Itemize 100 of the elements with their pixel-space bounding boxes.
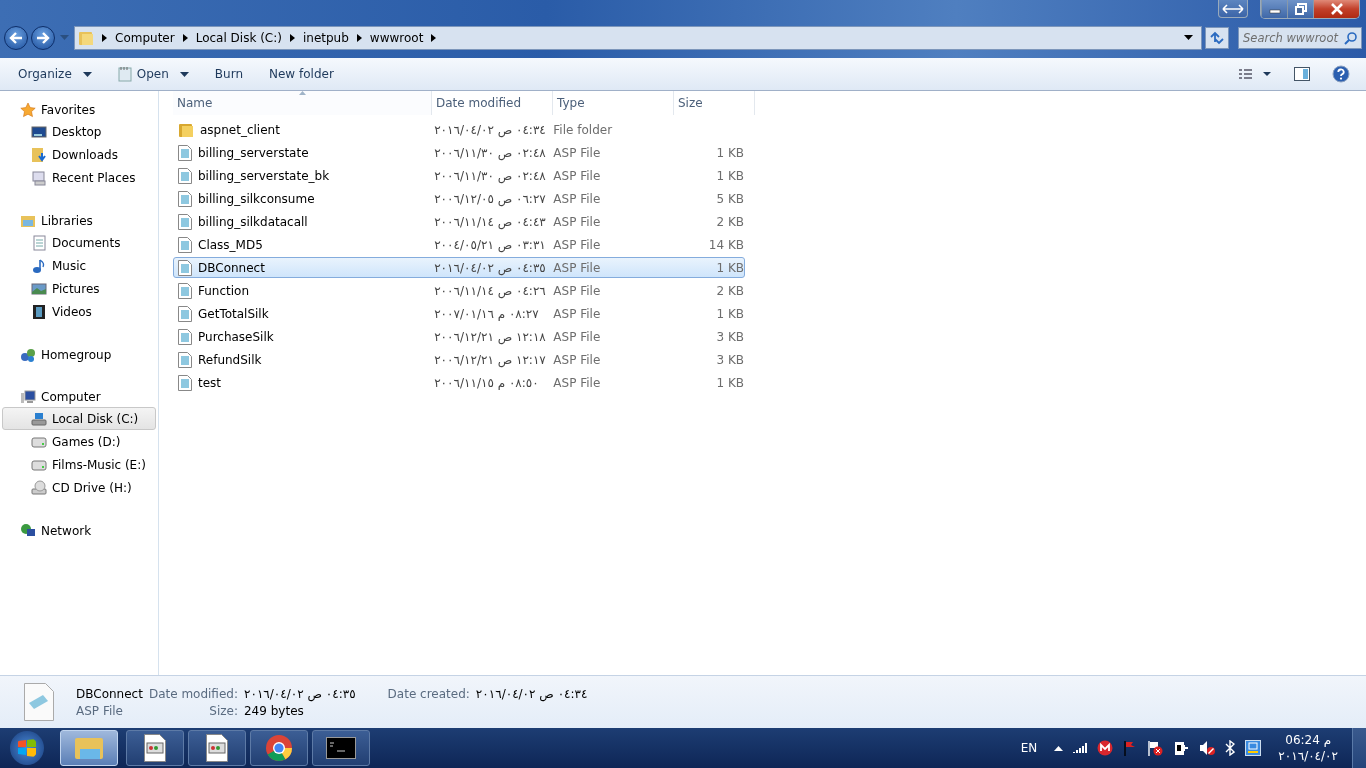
file-size: 1 KB — [716, 168, 744, 183]
pictures-icon — [31, 280, 47, 297]
nav-group[interactable]: Computer — [0, 386, 156, 407]
breadcrumb-arrow-icon[interactable] — [356, 34, 362, 42]
flag-error-icon[interactable] — [1147, 740, 1164, 756]
file-icon — [178, 236, 192, 253]
date-modified: ٠٤:٣٥ ص ٢٠١٦/٠٤/٠٢ — [434, 260, 546, 275]
file-name: billing_serverstate — [198, 145, 309, 160]
console-icon — [326, 737, 356, 759]
downloads-icon — [31, 146, 47, 163]
language-indicator[interactable]: EN — [1020, 741, 1038, 755]
star-icon — [20, 101, 36, 118]
file-type: ASP File — [553, 260, 601, 275]
file-size: 3 KB — [716, 329, 744, 344]
file-type: ASP File — [553, 191, 601, 206]
breadcrumb[interactable]: Local Disk (C:) — [195, 31, 282, 45]
breadcrumb-arrow-icon[interactable] — [289, 34, 295, 42]
file-size: 1 KB — [716, 260, 744, 275]
cd-icon — [31, 479, 47, 496]
clock[interactable]: م 06:24 ٢٠١٦/٠٤/٠٢ — [1278, 732, 1338, 764]
breadcrumb[interactable]: Computer — [115, 31, 175, 45]
nav-item[interactable]: Films-Music (E:) — [2, 453, 156, 476]
date-modified: ٠٢:٤٨ ص ٢٠٠٦/١١/٣٠ — [434, 145, 546, 160]
toolbar-button[interactable]: Open — [107, 62, 199, 86]
file-type: ASP File — [553, 168, 601, 183]
preview-pane-icon — [1294, 67, 1310, 81]
folder-icon — [178, 121, 194, 138]
nav-group[interactable]: Libraries — [0, 210, 156, 231]
speaker-muted-icon[interactable] — [1199, 740, 1216, 756]
music-icon — [31, 257, 47, 274]
signal-bars-icon[interactable] — [1073, 742, 1088, 754]
taskbar-button[interactable] — [126, 730, 184, 766]
field-label: Date modified: — [148, 686, 238, 701]
file-icon — [178, 328, 192, 345]
dropdown-arrow-icon[interactable] — [1184, 35, 1193, 41]
nav-item[interactable]: Documents — [2, 231, 156, 254]
breadcrumb[interactable]: inetpub — [302, 31, 349, 45]
file-name: DBConnect — [198, 260, 265, 275]
close-button[interactable] — [1313, 0, 1359, 18]
refresh-button[interactable] — [1205, 27, 1229, 49]
file-type: ASP File — [553, 283, 601, 298]
browser-logo-icon — [265, 734, 293, 762]
file-icon — [24, 683, 54, 721]
date-modified: ١٢:١٧ ص ٢٠٠٦/١٢/٢١ — [434, 352, 546, 367]
nav-item[interactable]: Pictures — [2, 277, 156, 300]
file-size: 14 KB — [708, 237, 744, 252]
folder-icon — [74, 735, 104, 761]
date-modified: ٠٤:٢٦ ص ٢٠٠٦/١١/١٤ — [434, 283, 546, 298]
field-value: ٠٤:٣٥ ص ٢٠١٦/٠٤/٠٢ — [244, 686, 356, 701]
bluetooth-icon[interactable] — [1225, 740, 1236, 756]
nav-item[interactable]: Music — [2, 254, 156, 277]
breadcrumb-arrow-icon[interactable] — [182, 34, 188, 42]
m-logo-icon[interactable] — [1097, 740, 1114, 756]
nav-item[interactable]: Games (D:) — [2, 430, 156, 453]
column-header[interactable]: Size — [674, 91, 755, 115]
toolbar-button[interactable]: Organize — [8, 63, 102, 85]
taskbar-button[interactable] — [188, 730, 246, 766]
column-header[interactable]: Date modified — [432, 91, 553, 115]
date-modified: ٠٨:٢٧ م ٢٠٠٧/٠١/١٦ — [434, 306, 539, 321]
toolbar-button[interactable]: Burn — [204, 63, 253, 85]
nav-item[interactable]: CD Drive (H:) — [2, 476, 156, 499]
taskbar-button[interactable] — [312, 730, 370, 766]
file-type: ASP File — [553, 145, 601, 160]
taskbar-button[interactable] — [250, 730, 308, 766]
nav-item[interactable]: Recent Places — [2, 166, 156, 189]
column-header[interactable]: Name — [173, 91, 432, 115]
show-hidden-icons-arrow[interactable] — [1054, 745, 1064, 751]
computer-icon — [20, 388, 36, 405]
field-label: Date created: — [387, 686, 470, 701]
file-name: Class_MD5 — [198, 237, 263, 252]
breadcrumb-arrow-icon[interactable] — [431, 34, 437, 42]
forward-button[interactable] — [31, 26, 55, 50]
minimize-button[interactable] — [1261, 0, 1287, 18]
nav-group[interactable]: Network — [0, 520, 156, 541]
back-button[interactable] — [4, 26, 28, 50]
breadcrumb[interactable]: wwwroot — [369, 31, 424, 45]
file-name: billing_silkdatacall — [198, 214, 308, 229]
date-modified: ٠٤:٣٤ ص ٢٠١٦/٠٤/٠٢ — [434, 122, 546, 137]
breadcrumb-arrow-icon[interactable] — [102, 34, 107, 42]
document-window-icon — [144, 734, 166, 762]
nav-item[interactable]: Local Disk (C:) — [2, 407, 156, 430]
nav-item[interactable]: Downloads — [2, 143, 156, 166]
resize-button[interactable] — [1218, 0, 1248, 18]
documents-icon — [31, 234, 47, 251]
document-window-icon — [206, 734, 228, 762]
file-size: 1 KB — [716, 145, 744, 160]
nav-group[interactable]: Favorites — [0, 99, 156, 120]
column-header[interactable]: Type — [553, 91, 674, 115]
file-icon — [178, 305, 192, 322]
search-field[interactable]: Search wwwroot — [1238, 27, 1362, 49]
address-bar[interactable]: Computer Local Disk (C:) inetpub wwwroot — [74, 26, 1202, 50]
keyboard-app-icon[interactable] — [1245, 740, 1262, 756]
nav-item[interactable]: Desktop — [2, 120, 156, 143]
file-icon — [178, 259, 192, 276]
restore-button[interactable] — [1287, 0, 1313, 18]
nav-group[interactable]: Homegroup — [0, 344, 156, 365]
file-type: ASP File — [553, 237, 601, 252]
toolbar-button[interactable]: New folder — [259, 63, 344, 85]
date-modified: ٠٢:٤٨ ص ٢٠٠٦/١١/٣٠ — [434, 168, 546, 183]
nav-item[interactable]: Videos — [2, 300, 156, 323]
